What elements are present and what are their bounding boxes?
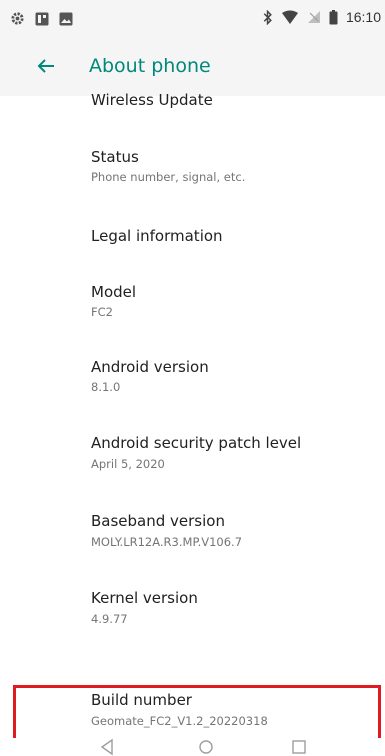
bluetooth-icon — [263, 9, 272, 25]
back-arrow-icon[interactable] — [36, 56, 56, 76]
battery-icon — [329, 9, 338, 24]
list-item-subtitle: Geomate_FC2_V1.2_20220318 — [91, 714, 268, 728]
list-item-security-patch-level[interactable]: Android security patch level April 5, 20… — [0, 430, 385, 490]
page-title: About phone — [89, 55, 211, 77]
nav-bar — [0, 738, 385, 756]
back-triangle-icon[interactable] — [96, 738, 120, 756]
list-item-android-version[interactable]: Android version 8.1.0 — [0, 354, 385, 414]
list-item-title: Build number — [91, 691, 192, 709]
list-item-model[interactable]: Model FC2 — [0, 278, 385, 338]
home-circle-icon[interactable] — [194, 738, 218, 756]
list-item-title: Kernel version — [91, 589, 198, 607]
list-item-kernel-version[interactable]: Kernel version 4.9.77 — [0, 584, 385, 644]
status-bar-right: 16:10 — [263, 9, 381, 25]
settings-icon — [11, 12, 24, 25]
notification-app-icon — [35, 12, 49, 25]
list-item-status[interactable]: Status Phone number, signal, etc. — [0, 140, 385, 200]
list-item-build-number[interactable]: Build number Geomate_FC2_V1.2_20220318 — [0, 686, 385, 740]
list-item-subtitle: FC2 — [91, 305, 113, 319]
no-signal-icon — [307, 11, 320, 23]
list-item-title: Legal information — [91, 227, 223, 245]
list-item-title: Android version — [91, 358, 209, 376]
list-item-subtitle: Phone number, signal, etc. — [91, 170, 246, 184]
list-item-title: Baseband version — [91, 512, 225, 530]
list-item-wireless-update[interactable]: Wireless Update — [0, 86, 385, 122]
list-item-subtitle: MOLY.LR12A.R3.MP.V106.7 — [91, 535, 243, 549]
recents-square-icon[interactable] — [287, 738, 311, 756]
list-item-subtitle: 4.9.77 — [91, 612, 128, 626]
list-item-subtitle: 8.1.0 — [91, 380, 121, 394]
list-item-title: Wireless Update — [91, 91, 213, 109]
list-item-baseband-version[interactable]: Baseband version MOLY.LR12A.R3.MP.V106.7 — [0, 508, 385, 568]
list-item-title: Android security patch level — [91, 434, 302, 452]
list-item-title: Status — [91, 148, 139, 166]
list-item-legal-information[interactable]: Legal information — [0, 214, 385, 260]
list-item-subtitle: April 5, 2020 — [91, 457, 165, 471]
image-icon — [59, 12, 73, 25]
list-item-title: Model — [91, 283, 137, 301]
status-time: 16:10 — [345, 9, 381, 25]
vpn-shield-icon — [281, 10, 298, 24]
status-bar: 16:10 — [0, 0, 385, 38]
status-bar-left — [10, 11, 73, 26]
